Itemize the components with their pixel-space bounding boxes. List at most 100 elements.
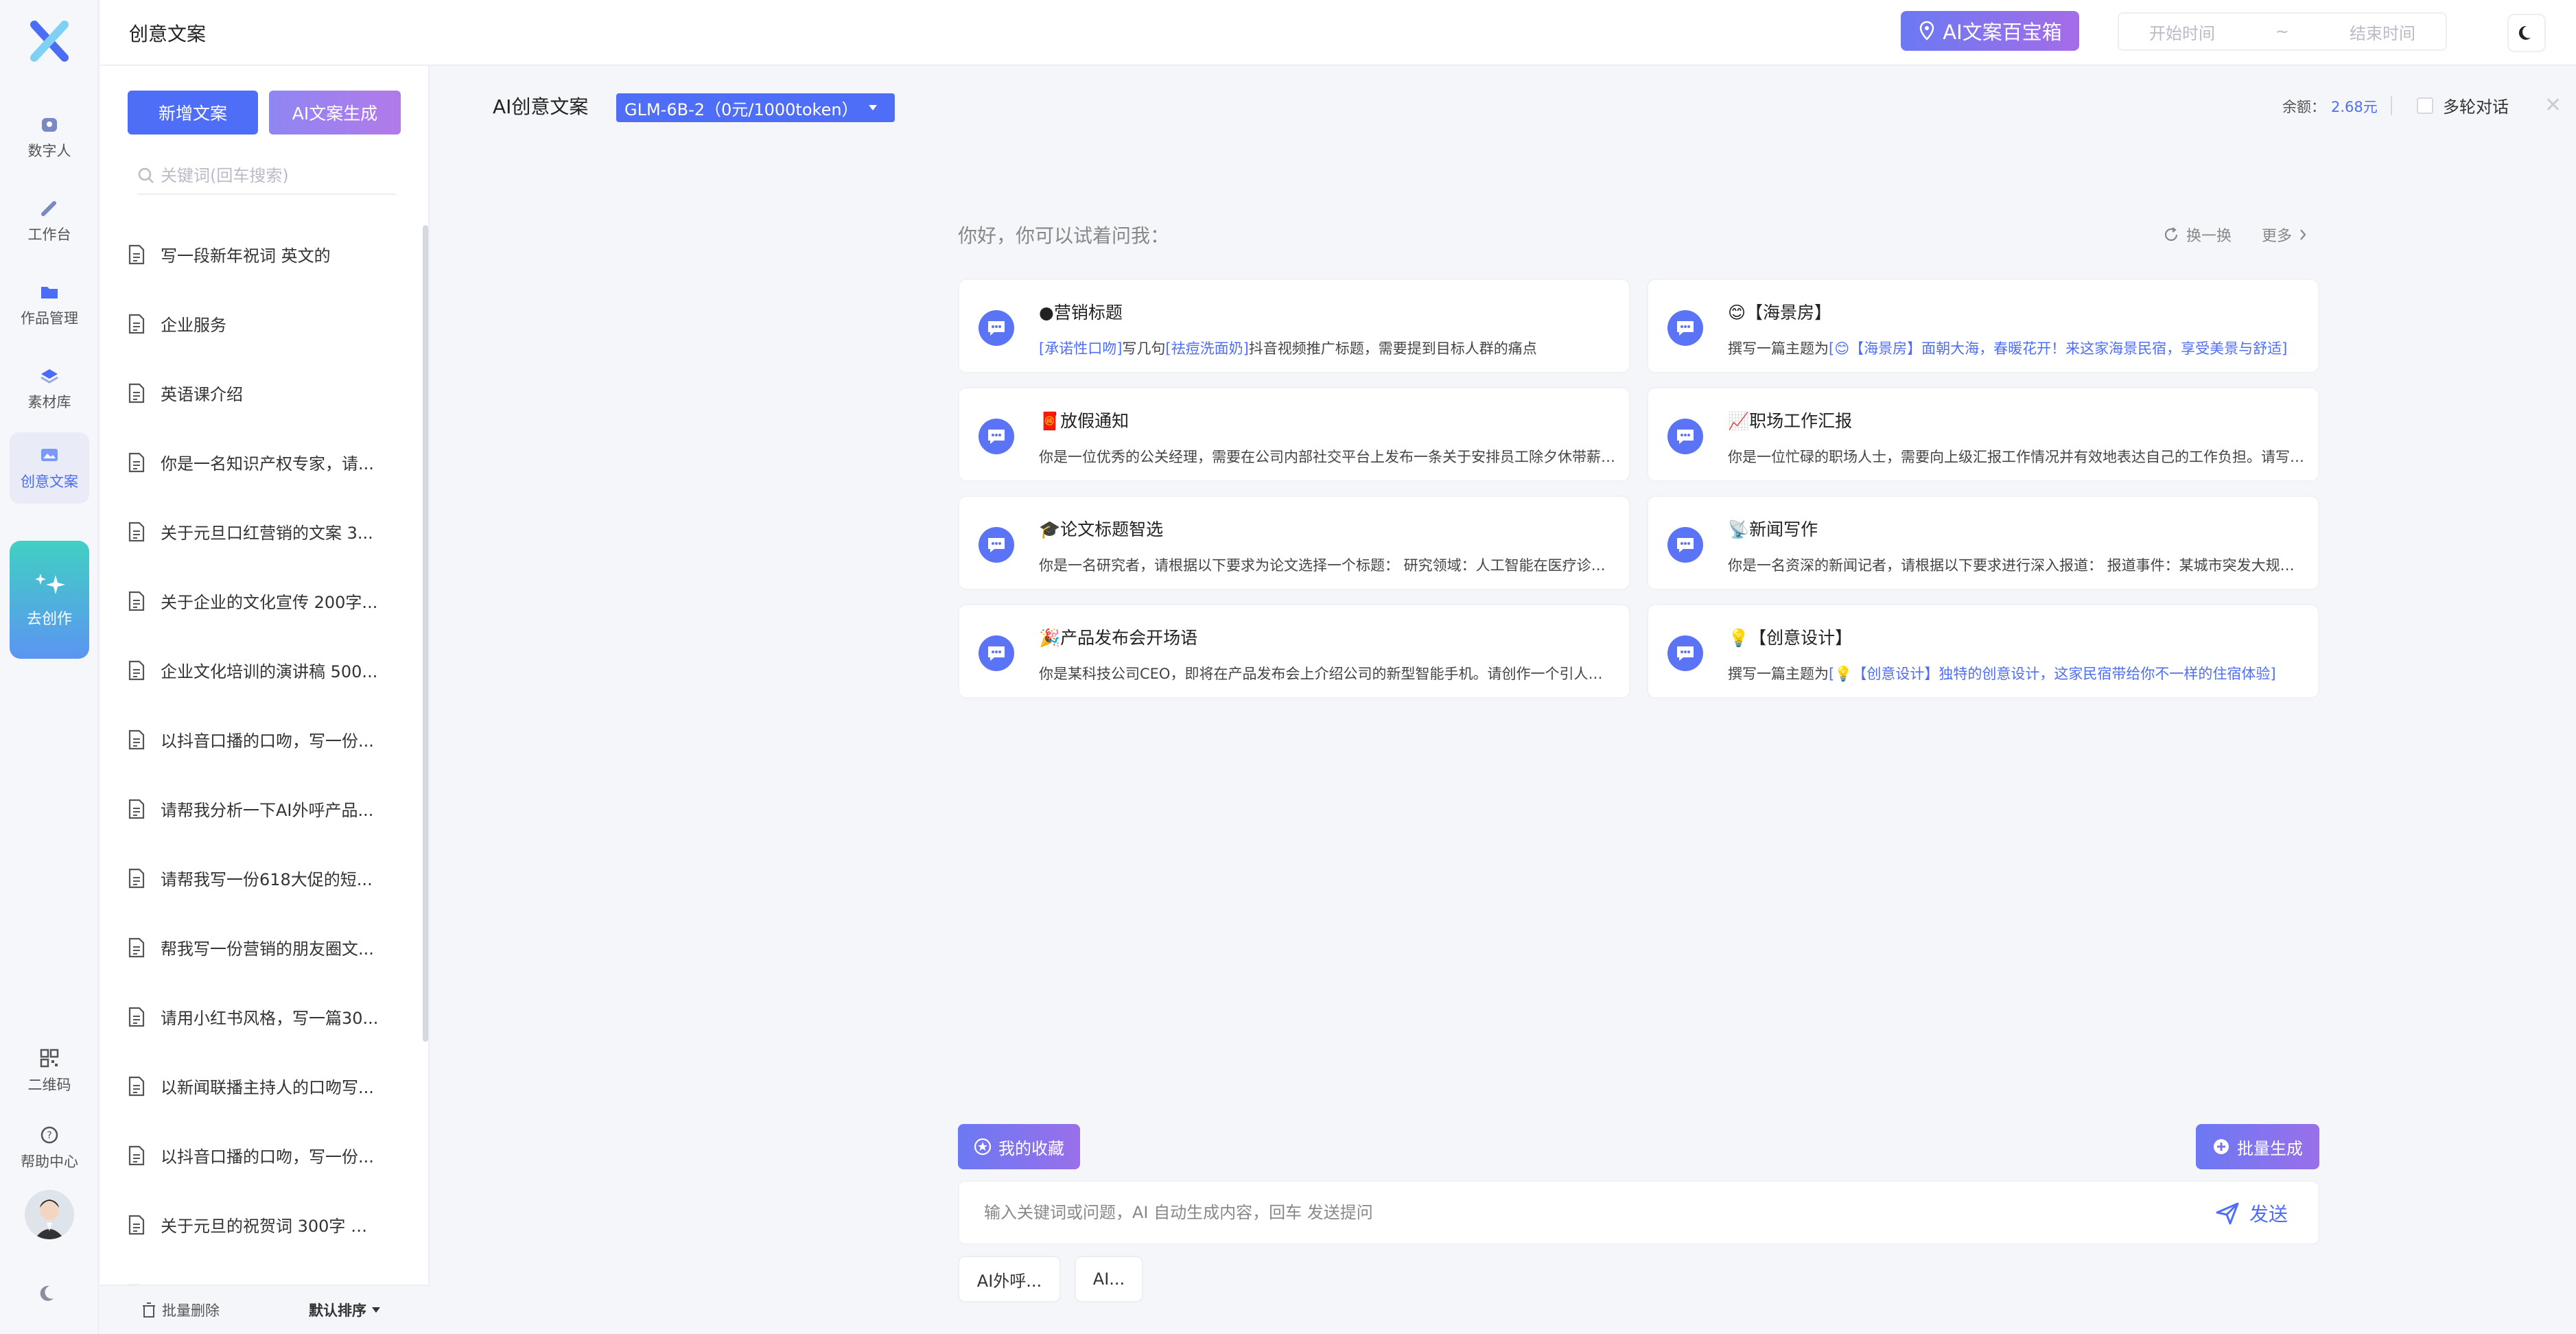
go-create-label: 去创作 xyxy=(26,611,72,628)
trash-icon xyxy=(143,1302,155,1318)
date-start-input[interactable]: 开始时间 xyxy=(2149,20,2215,44)
sort-dropdown[interactable]: 默认排序 xyxy=(309,1300,382,1320)
chat-bubble-icon xyxy=(979,635,1014,671)
list-item-label: 企业文化培训的演讲稿 500... xyxy=(161,662,378,681)
list-item[interactable]: 写一段新年祝词 英文的 xyxy=(128,220,409,289)
more-label: 更多 xyxy=(2262,228,2293,245)
workbench-icon xyxy=(41,201,56,216)
desc-text: 你是一位优秀的公关经理，需要在公司内部社交平台上发布一条关于安排员工除夕休带薪假… xyxy=(1039,449,1615,465)
suggestion-chip[interactable]: AI外呼... xyxy=(958,1256,1061,1302)
list-item-label: 你是一名知识产权专家，请... xyxy=(161,454,374,473)
multi-turn-label: 多轮对话 xyxy=(2443,97,2509,117)
list-item[interactable]: 帮我写一份营销的朋友圈文... xyxy=(128,913,409,982)
send-button[interactable]: 发送 xyxy=(2215,1200,2288,1227)
prompt-card[interactable]: ●营销标题 [承诺性口吻]写几句[祛痘洗面奶]抖音视频推广标题，需要提到目标人群的… xyxy=(958,279,1630,373)
app-logo-icon[interactable] xyxy=(27,19,71,63)
batch-generate-button[interactable]: 批量生成 xyxy=(2196,1124,2319,1169)
rail-item-works[interactable]: 作品管理 xyxy=(10,269,89,340)
rail-label: 二维码 xyxy=(27,1077,71,1093)
chat-bubble-icon xyxy=(979,310,1014,346)
desc-highlight: [承诺性口吻] xyxy=(1039,340,1123,357)
prompt-card-title: 📡新闻写作 xyxy=(1728,519,1818,539)
list-item[interactable]: 企业文化培训的演讲稿 500... xyxy=(128,635,409,705)
more-button[interactable]: 更多 xyxy=(2262,224,2307,246)
multi-turn-checkbox[interactable] xyxy=(2417,97,2433,114)
document-icon xyxy=(128,244,145,264)
prompt-input[interactable] xyxy=(984,1195,2151,1230)
new-copy-button[interactable]: 新增文案 xyxy=(128,91,258,134)
suggestion-chip[interactable]: AI... xyxy=(1075,1256,1143,1302)
go-create-button[interactable]: 去创作 xyxy=(10,541,89,659)
list-item[interactable]: 以新闻联播主持人的口吻写... xyxy=(128,1051,409,1121)
divider xyxy=(2391,96,2392,115)
list-item[interactable]: 请用小红书风格，写一篇30... xyxy=(128,982,409,1051)
prompt-card-desc: 撰写一篇主题为[💡【创意设计】独特的创意设计，这家民宿带给你不一样的住宿体验] xyxy=(1728,663,2304,683)
desc-text: 写几句 xyxy=(1122,340,1166,357)
rail-item-workbench[interactable]: 工作台 xyxy=(10,185,89,257)
rail-item-qrcode[interactable]: 二维码 xyxy=(10,1040,89,1102)
date-range-picker[interactable]: 开始时间 ~ 结束时间 xyxy=(2118,12,2447,51)
chat-bubble-icon xyxy=(1667,527,1703,563)
top-bar: 创意文案 AI文案百宝箱 开始时间 ~ 结束时间 xyxy=(100,0,2576,66)
prompt-card[interactable]: 🎉产品发布会开场语 你是某科技公司CEO，即将在产品发布会上介绍公司的新型智能手机… xyxy=(958,604,1630,699)
chat-bubble-icon xyxy=(979,419,1014,454)
my-favorites-button[interactable]: 我的收藏 xyxy=(958,1124,1080,1169)
document-icon xyxy=(128,591,145,611)
bulk-delete-button[interactable]: 批量删除 xyxy=(141,1300,220,1320)
prompt-card[interactable]: 😊【海景房】 撰写一篇主题为[😊【海景房】面朝大海，春暖花开！来这家海景民宿，享受… xyxy=(1647,279,2319,373)
date-end-input[interactable]: 结束时间 xyxy=(2350,20,2415,44)
search-input[interactable] xyxy=(161,166,380,185)
prompt-card[interactable]: 💡【创意设计】 撰写一篇主题为[💡【创意设计】独特的创意设计，这家民宿带给你不一样… xyxy=(1647,604,2319,699)
list-item[interactable]: 以抖音口播的口吻，写一份... xyxy=(128,1121,409,1190)
list-item[interactable]: 以抖音口播的口吻，写一份... xyxy=(128,705,409,774)
desc-text: 你是一名研究者，请根据以下要求为论文选择一个标题： 研究领域：人工智能在医疗诊断… xyxy=(1039,557,1615,574)
list-item-label: 关于元旦口红营销的文案 3... xyxy=(161,524,373,543)
list-item-label: 企业服务 xyxy=(161,316,226,335)
send-icon xyxy=(2216,1202,2239,1225)
qrcode-icon xyxy=(40,1049,59,1068)
prompt-card[interactable]: 📈职场工作汇报 你是一位忙碌的职场人士，需要向上级汇报工作情况并有效地表达自己的工… xyxy=(1647,387,2319,482)
swap-label: 换一换 xyxy=(2186,228,2232,245)
location-pin-icon xyxy=(1920,21,1934,40)
folder-icon xyxy=(41,287,58,299)
copy-list-panel: 新增文案 AI文案生成 写一段新年祝词 英文的企业服务英语课介绍你是一名知识产权… xyxy=(100,66,430,1334)
ai-copy-toolbox-button[interactable]: AI文案百宝箱 xyxy=(1901,11,2079,51)
list-item[interactable]: 关于元旦口红营销的文案 3... xyxy=(128,497,409,566)
list-item[interactable]: 请帮我写一份618大促的短... xyxy=(128,843,409,913)
list-item-label: 请帮我写一份618大促的短... xyxy=(161,870,373,889)
desc-highlight: [💡【创意设计】独特的创意设计，这家民宿带给你不一样的住宿体验] xyxy=(1829,666,2276,682)
moon-icon[interactable] xyxy=(38,1282,60,1304)
list-item[interactable]: 英语课介绍 xyxy=(128,358,409,428)
rail-item-creative-copy[interactable]: 创意文案 xyxy=(10,432,89,504)
prompt-card-title: ●营销标题 xyxy=(1039,303,1123,323)
rail-item-materials[interactable]: 素材库 xyxy=(10,353,89,424)
plus-circle-icon xyxy=(2214,1139,2229,1154)
list-item[interactable]: 企业服务 xyxy=(128,289,409,358)
close-icon[interactable]: ✕ xyxy=(2544,93,2562,117)
prompt-card[interactable]: 📡新闻写作 你是一名资深的新闻记者，请根据以下要求进行深入报道： 报道事件：某城市… xyxy=(1647,495,2319,590)
prompt-card-desc: 你是一位优秀的公关经理，需要在公司内部社交平台上发布一条关于安排员工除夕休带薪假… xyxy=(1039,446,1615,467)
theme-toggle-button[interactable] xyxy=(2507,14,2546,52)
multi-turn-toggle[interactable]: 多轮对话 xyxy=(2417,93,2509,117)
model-select[interactable]: GLM-6B-2（0元/1000token） xyxy=(616,93,895,122)
list-scrollbar[interactable] xyxy=(423,225,428,1042)
swap-button[interactable]: 换一换 xyxy=(2163,224,2232,246)
list-item[interactable]: 关于企业的文化宣传 200字... xyxy=(128,566,409,635)
prompt-card[interactable]: 🎓论文标题智选 你是一名研究者，请根据以下要求为论文选择一个标题： 研究领域：人工… xyxy=(958,495,1630,590)
avatar[interactable] xyxy=(25,1190,74,1239)
layers-icon xyxy=(40,369,58,384)
prompt-card-title: 😊【海景房】 xyxy=(1728,303,1832,323)
search-box xyxy=(137,158,397,195)
list-item[interactable]: 请帮我分析一下AI外呼产品... xyxy=(128,774,409,843)
batch-generate-label: 批量生成 xyxy=(2237,1138,2303,1158)
list-item[interactable]: 你是一名知识产权专家，请... xyxy=(128,428,409,497)
ai-generate-button[interactable]: AI文案生成 xyxy=(269,91,401,134)
icon-rail: 数字人 工作台 作品管理 素材库 创意文案 去创作 二维码 ? 帮助中心 xyxy=(0,0,99,1334)
chat-bubble-icon xyxy=(1667,419,1703,454)
help-icon: ? xyxy=(40,1126,58,1144)
rail-item-digital-human[interactable]: 数字人 xyxy=(10,102,89,173)
list-item[interactable]: 关于元旦的祝贺词 300字 新... xyxy=(128,1190,409,1259)
prompt-card[interactable]: 🧧放假通知 你是一位优秀的公关经理，需要在公司内部社交平台上发布一条关于安排员工除… xyxy=(958,387,1630,482)
rail-item-help[interactable]: ? 帮助中心 xyxy=(10,1117,89,1179)
ai-copy-toolbox-label: AI文案百宝箱 xyxy=(1943,21,2062,44)
